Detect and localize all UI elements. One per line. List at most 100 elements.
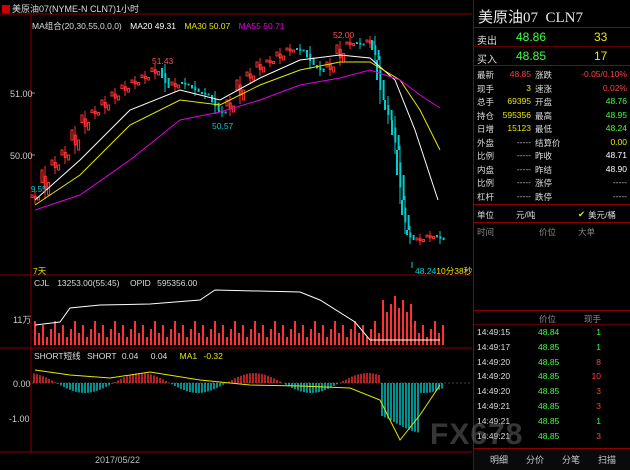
- ma20-label: MA20: [130, 21, 153, 31]
- candle-body: [397, 135, 400, 150]
- osc-name: SHORT短线: [34, 351, 81, 361]
- stat-value: 48.76: [605, 96, 627, 106]
- tab-detail[interactable]: 明细: [484, 452, 514, 468]
- tick-qty: 3: [596, 386, 601, 397]
- tick-qty: 3: [596, 430, 601, 441]
- bid-row[interactable]: 买入 48.85 17: [474, 48, 630, 66]
- volume-bar: [354, 321, 356, 345]
- stat-value: -----: [516, 150, 531, 160]
- ask-row[interactable]: 卖出 48.86 33: [474, 29, 630, 47]
- osc-short-label: SHORT: [86, 351, 117, 361]
- candle-body: [211, 95, 213, 103]
- stat-value: 0.02%: [602, 82, 627, 93]
- ma30-value: 50.07: [208, 21, 231, 31]
- volume-axis-label: 11万: [13, 315, 32, 325]
- chart-title: 美原油07(NYME-N CLN7)1小时: [12, 4, 140, 14]
- candle-body: [409, 232, 412, 238]
- volume-bar: [202, 325, 204, 345]
- stat-label: 开盘: [535, 97, 553, 107]
- stat-value: -----: [516, 163, 531, 174]
- tab-scan[interactable]: 扫描: [592, 452, 622, 468]
- price-axis-label: 51.00: [10, 89, 33, 99]
- volume-bar: [58, 333, 60, 345]
- volume-bar: [382, 300, 384, 345]
- volume-bar: [54, 321, 56, 345]
- tick-row[interactable]: 14:49:20 48.85 8: [474, 357, 630, 369]
- stat-label: 最低: [535, 124, 553, 134]
- volume-bar: [198, 333, 200, 345]
- candle-body: [390, 110, 393, 120]
- volume-bar: [366, 337, 368, 345]
- volume-bar: [310, 329, 312, 345]
- candle-body: [359, 42, 362, 45]
- volume-bar: [190, 329, 192, 345]
- tick-row[interactable]: 14:49:20 48.85 10: [474, 371, 630, 383]
- stat-value: -----: [516, 177, 531, 187]
- large-orders-header: 时间 价位 大单: [474, 226, 630, 238]
- candle-body: [40, 169, 44, 183]
- volume-bar: [434, 321, 436, 345]
- volume-bar: [126, 337, 128, 345]
- tick-qty: 1: [596, 327, 601, 337]
- volume-bar: [218, 333, 220, 345]
- tick-row[interactable]: 14:49:20 48.85 3: [474, 386, 630, 398]
- high-price-label: 52.00: [333, 30, 355, 40]
- candle-body: [150, 67, 154, 72]
- close-square-icon[interactable]: [2, 5, 10, 13]
- candle-body: [299, 48, 302, 51]
- tab-price-distribution[interactable]: 分价: [520, 452, 550, 468]
- candle-body: [120, 84, 124, 89]
- candle-body: [285, 47, 289, 51]
- candle-body: [77, 139, 81, 151]
- volume-bar: [322, 325, 324, 345]
- candle-body: [67, 154, 71, 161]
- stat-label: 昨结: [535, 164, 553, 175]
- divider: [474, 27, 630, 28]
- tab-tick[interactable]: 分笔: [556, 452, 586, 468]
- unit-check-icon[interactable]: ✔: [578, 209, 585, 220]
- candle-body: [399, 162, 402, 188]
- volume-bar: [138, 333, 140, 345]
- candle-body: [50, 159, 54, 166]
- peak-price-label: 51.43: [152, 56, 174, 66]
- volume-bar: [206, 337, 208, 345]
- volume-bar: [90, 329, 92, 345]
- dip-price-label: 50.57: [212, 121, 234, 131]
- candle-body: [384, 100, 386, 110]
- stat-label: 持仓: [477, 110, 495, 121]
- candle-body: [302, 49, 305, 52]
- divider: [474, 65, 630, 66]
- window-title: 美原油07(NYME-N CLN7)1小时: [2, 2, 139, 15]
- tick-row[interactable]: 14:49:21 48.85 3: [474, 401, 630, 413]
- ask-label: 卖出: [477, 36, 497, 47]
- candle-body: [255, 61, 259, 68]
- volume-bar: [114, 321, 116, 345]
- stat-label: 涨停: [535, 178, 553, 188]
- volume-bar: [274, 321, 276, 345]
- unit-option[interactable]: 美元/桶: [588, 209, 616, 221]
- candle-body: [306, 50, 308, 58]
- candle-body: [265, 59, 269, 63]
- tick-row[interactable]: 14:49:15 48.84 1: [474, 327, 630, 339]
- volume-bar: [438, 333, 440, 345]
- candle-body: [80, 114, 84, 123]
- stat-value: -----: [612, 177, 627, 187]
- volume-bar: [238, 333, 240, 345]
- ma55-label: MA55: [238, 21, 261, 31]
- stat-row: 比例 ----- 昨收 48.71: [474, 150, 630, 163]
- chart-area[interactable]: 美原油07(NYME-N CLN7)1小时 MA组合(20,30,55,0,0,…: [0, 0, 472, 470]
- unit-value[interactable]: 元/吨: [516, 209, 535, 221]
- volume-bar: [94, 321, 96, 345]
- stat-value: 48.95: [605, 109, 627, 120]
- candle-body: [402, 175, 405, 200]
- osc-value-2: 0.04: [150, 351, 168, 361]
- stat-label: 跌停: [535, 191, 553, 202]
- ma55-value: 50.71: [263, 21, 285, 31]
- tick-time: 14:49:21: [477, 401, 511, 411]
- tick-row[interactable]: 14:49:17 48.85 1: [474, 342, 630, 354]
- volume-bar: [326, 337, 328, 345]
- candle-body: [194, 86, 197, 91]
- col-price: 价位: [539, 227, 557, 237]
- candle-body: [90, 109, 94, 113]
- bid-qty: 17: [594, 49, 608, 63]
